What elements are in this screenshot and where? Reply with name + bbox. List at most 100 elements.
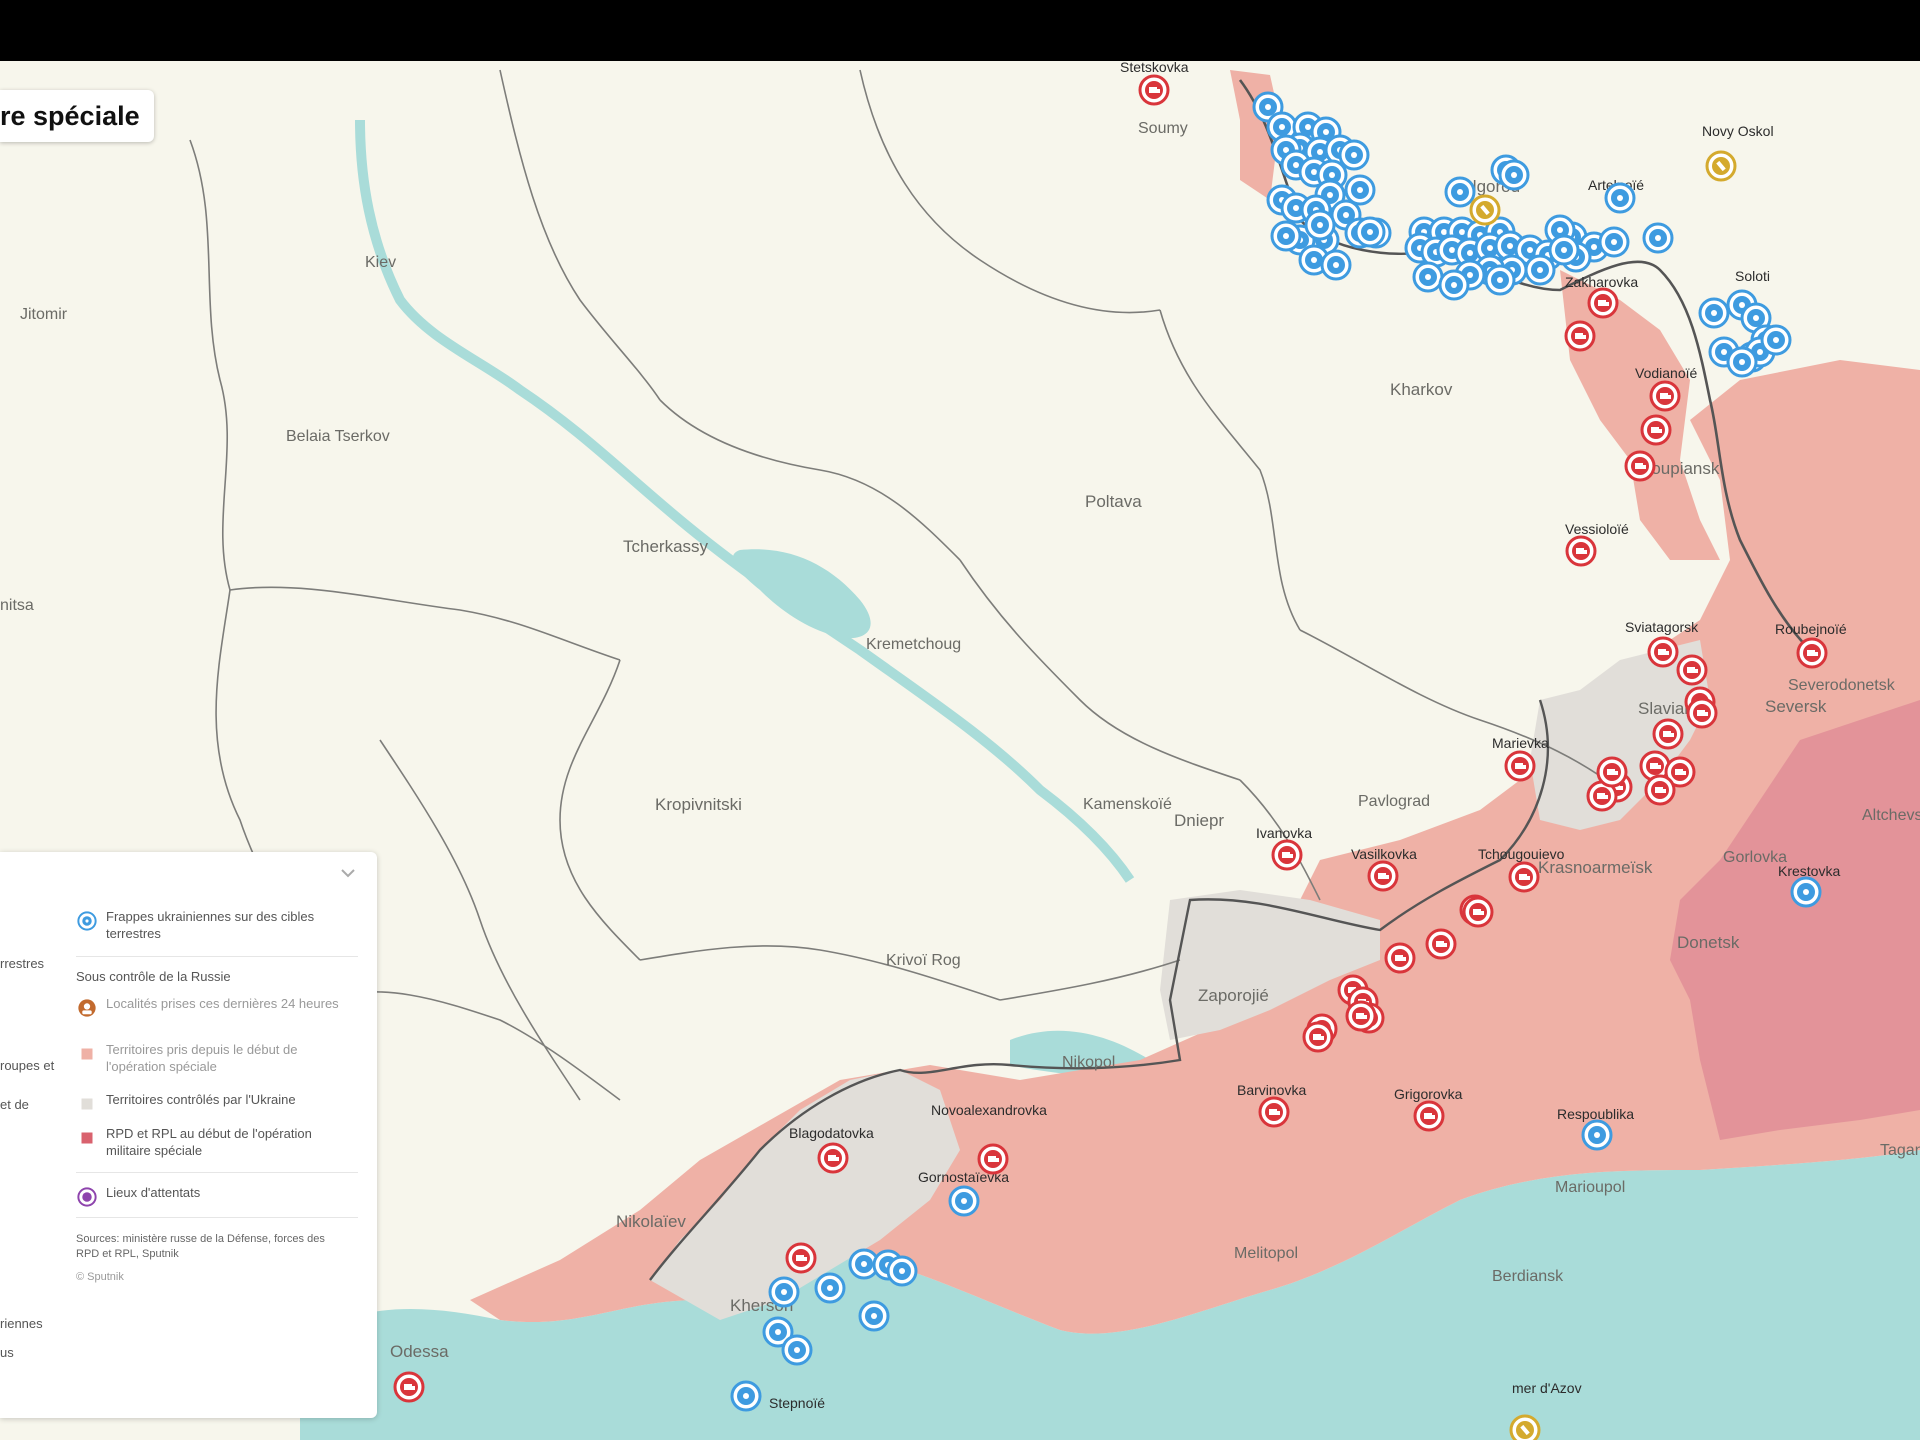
locality-taken-marker[interactable]	[1509, 1414, 1541, 1440]
legend-label: Frappes ukrainiennes sur des cibles terr…	[106, 909, 315, 941]
russian-capture-marker[interactable]	[1624, 450, 1656, 482]
locality-taken-marker[interactable]	[1705, 150, 1737, 182]
ukraine-strike-marker[interactable]	[1698, 297, 1730, 329]
russian-capture-marker[interactable]	[1644, 774, 1676, 806]
russian-capture-marker[interactable]	[1676, 654, 1708, 686]
russian-capture-marker[interactable]	[1425, 928, 1457, 960]
place-label: Krasnoarmeïsk	[1538, 858, 1653, 877]
legend-cut-label: et de	[0, 1097, 29, 1112]
legend-cut-label: us	[0, 1345, 14, 1360]
place-label: Belaia Tserkov	[286, 428, 390, 445]
russian-capture-marker[interactable]	[1271, 839, 1303, 871]
ukraine-strike-marker[interactable]	[1548, 234, 1580, 266]
ukraine-strike-marker[interactable]	[1604, 182, 1636, 214]
russian-capture-marker[interactable]	[1686, 697, 1718, 729]
ukraine-strike-marker[interactable]	[858, 1300, 890, 1332]
russian-capture-marker[interactable]	[393, 1371, 425, 1403]
russian-capture-marker[interactable]	[1564, 320, 1596, 352]
ukraine-strike-marker[interactable]	[1598, 226, 1630, 258]
legend-divider	[76, 1217, 358, 1218]
place-label: Melitopol	[1234, 1245, 1298, 1262]
place-label: Tcherkassy	[623, 537, 709, 556]
chevron-down-icon[interactable]	[340, 866, 356, 880]
ukraine-strike-marker[interactable]	[1354, 216, 1386, 248]
ukraine-strike-marker[interactable]	[1581, 1119, 1613, 1151]
place-label: Novoalexandrovka	[931, 1102, 1047, 1118]
place-label: Altchevsk	[1862, 807, 1920, 824]
legend-section-heading: Sous contrôle de la Russie	[76, 969, 231, 984]
ukraine-strike-marker[interactable]	[1438, 269, 1470, 301]
legend-divider	[76, 1172, 358, 1173]
ukraine-strike-marker[interactable]	[1498, 159, 1530, 191]
place-label: Berdiansk	[1492, 1268, 1564, 1285]
russian-capture-marker[interactable]	[1640, 414, 1672, 446]
russian-capture-marker[interactable]	[1462, 896, 1494, 928]
attack-site-icon	[77, 1187, 97, 1207]
ukraine-strike-icon	[77, 911, 97, 931]
ukraine-strike-marker[interactable]	[1412, 261, 1444, 293]
russian-capture-marker[interactable]	[1345, 1000, 1377, 1032]
place-label: Kiev	[365, 254, 396, 271]
ukraine-strike-marker[interactable]	[1338, 139, 1370, 171]
place-label: Seversk	[1765, 697, 1827, 716]
russian-capture-marker[interactable]	[1596, 756, 1628, 788]
russian-capture-marker[interactable]	[1302, 1021, 1334, 1053]
place-label: Vessioloïé	[1565, 521, 1629, 537]
place-label: Krestovka	[1778, 863, 1840, 879]
ukraine-strike-marker[interactable]	[1726, 346, 1758, 378]
ukraine-strike-marker[interactable]	[814, 1272, 846, 1304]
russian-capture-marker[interactable]	[1367, 860, 1399, 892]
russian-capture-marker[interactable]	[1384, 942, 1416, 974]
ukraine-strike-marker[interactable]	[1760, 324, 1792, 356]
ukraine-strike-marker[interactable]	[1444, 176, 1476, 208]
page-title: re spéciale	[0, 100, 140, 131]
place-label: Nikolaïev	[616, 1212, 686, 1231]
russian-capture-marker[interactable]	[977, 1143, 1009, 1175]
russian-capture-marker[interactable]	[1138, 74, 1170, 106]
ukraine-strike-marker[interactable]	[1270, 220, 1302, 252]
ukraine-strike-marker[interactable]	[730, 1380, 762, 1412]
russian-capture-marker[interactable]	[1649, 380, 1681, 412]
russian-capture-marker[interactable]	[1652, 718, 1684, 750]
legend-label: Territoires pris depuis le début de l'op…	[106, 1042, 298, 1074]
place-label: mer d'Azov	[1512, 1380, 1582, 1396]
russian-capture-marker[interactable]	[1258, 1096, 1290, 1128]
ukraine-strike-marker[interactable]	[1344, 174, 1376, 206]
russian-capture-marker[interactable]	[1796, 637, 1828, 669]
ukraine-strike-marker[interactable]	[1484, 264, 1516, 296]
place-label: Stepnoïé	[769, 1395, 825, 1411]
ukraine-strike-marker[interactable]	[1320, 249, 1352, 281]
captured-locality-icon	[78, 999, 96, 1017]
legend-sources: Sources: ministère russe de la Défense, …	[76, 1233, 325, 1260]
russian-capture-marker[interactable]	[817, 1142, 849, 1174]
place-label: Tagan	[1880, 1142, 1920, 1159]
place-label: Soloti	[1735, 268, 1770, 284]
locality-taken-marker[interactable]	[1469, 194, 1501, 226]
russian-capture-marker[interactable]	[1647, 636, 1679, 668]
russian-capture-marker[interactable]	[1587, 287, 1619, 319]
place-label: Kamenskoïé	[1083, 796, 1172, 813]
place-label: Barvinovka	[1237, 1082, 1306, 1098]
legend-label: Localités prises ces dernières 24 heures	[106, 996, 339, 1011]
legend-copyright: © Sputnik	[76, 1271, 124, 1283]
ukraine-strike-marker[interactable]	[886, 1255, 918, 1287]
ukraine-strike-marker[interactable]	[768, 1276, 800, 1308]
ukraine-strike-marker[interactable]	[1642, 222, 1674, 254]
place-label: Sviatagorsk	[1625, 619, 1699, 635]
legend-label: Lieux d'attentats	[106, 1185, 201, 1200]
ukraine-strike-marker[interactable]	[1304, 209, 1336, 241]
place-label: Roubejnoïé	[1775, 621, 1847, 637]
russian-capture-marker[interactable]	[1504, 750, 1536, 782]
ukraine-strike-marker[interactable]	[948, 1185, 980, 1217]
place-label: Vasilkovka	[1351, 846, 1417, 862]
ukraine-strike-marker[interactable]	[781, 1334, 813, 1366]
russian-capture-marker[interactable]	[1565, 535, 1597, 567]
russian-capture-marker[interactable]	[1413, 1100, 1445, 1132]
russian-capture-marker[interactable]	[1508, 861, 1540, 893]
legend-panel: rrestres roupes et et de riennes us Frap…	[0, 852, 377, 1418]
legend-item-dpr-lpr: RPD et RPL au début de l'opération milit…	[76, 1125, 351, 1159]
ukraine-strike-marker[interactable]	[1524, 254, 1556, 286]
place-label: Odessa	[390, 1342, 449, 1361]
russian-capture-marker[interactable]	[785, 1242, 817, 1274]
ukraine-strike-marker[interactable]	[1790, 876, 1822, 908]
